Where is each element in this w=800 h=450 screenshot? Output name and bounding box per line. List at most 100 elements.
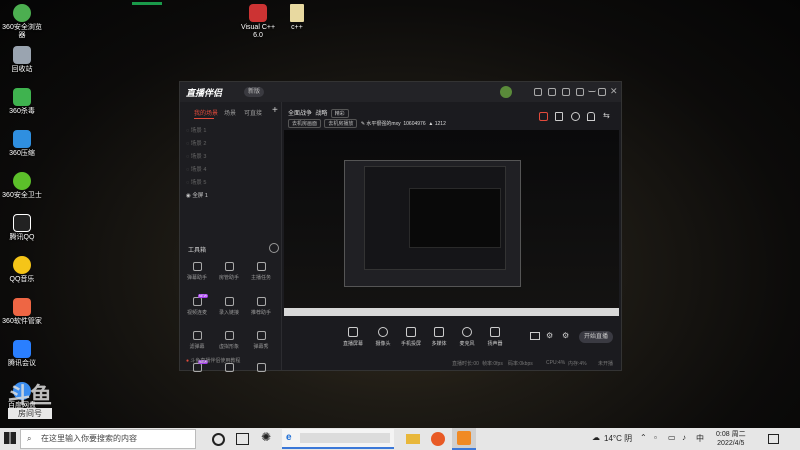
tool-admin[interactable]: 房管助手 — [216, 262, 242, 281]
desktop-icon-qq[interactable]: 腾讯QQ — [0, 214, 44, 242]
edit-icon[interactable]: ✎ — [361, 121, 365, 127]
start-live-button[interactable]: 开始直播 — [579, 331, 613, 343]
media-button[interactable]: 多媒体 — [424, 327, 454, 347]
ime-indicator[interactable]: 中 — [696, 433, 704, 444]
scene-item[interactable]: ◌ 场景 4 — [186, 165, 276, 175]
maximize-icon[interactable] — [598, 88, 606, 96]
menu-icon[interactable] — [576, 88, 584, 96]
tab-underline — [194, 118, 214, 119]
mic-button[interactable]: 麦克风 — [452, 327, 482, 347]
tutorial-tip[interactable]: ● 斗鱼直播伴侣使用教程 — [186, 357, 240, 364]
tool-recommend[interactable]: 推荐助手 — [248, 297, 274, 316]
software-manager-icon — [13, 298, 31, 316]
tencent-meeting-icon — [13, 340, 31, 358]
desktop-icon-visual-cpp[interactable]: Visual C++ 6.0 — [236, 4, 280, 40]
start-button[interactable] — [4, 432, 16, 444]
title-bar[interactable]: 直播伴侣 新版 ✕ — [180, 82, 621, 102]
search-icon: ⌕ — [27, 434, 32, 443]
live-companion-window[interactable]: 直播伴侣 新版 ✕ 我的场景 场景 可直接 + ◌ 场景 1 ◌ 场景 2 ◌ … — [179, 81, 622, 372]
preview-inner-canvas — [409, 188, 501, 248]
lock-icon[interactable] — [555, 112, 563, 121]
desktop-icon-360-security[interactable]: 360安全卫士 — [0, 172, 44, 200]
desktop-icon-tencent-meeting[interactable]: 腾讯会议 — [0, 340, 44, 368]
qq-music-icon — [13, 256, 31, 274]
chrome-like-icon[interactable] — [431, 432, 445, 446]
gear-icon[interactable]: ⚙ — [546, 331, 553, 340]
minimize-icon[interactable] — [588, 88, 596, 92]
file-explorer-icon[interactable] — [406, 434, 420, 444]
antivirus-360-icon — [13, 88, 31, 106]
close-icon[interactable]: ✕ — [610, 86, 618, 97]
pill-chip[interactable]: 去机房播放 — [324, 119, 358, 128]
desktop-icon-qq-music[interactable]: QQ音乐 — [0, 256, 44, 284]
tool-task[interactable]: 主播任务 — [248, 262, 274, 281]
camera-button[interactable]: 摄像头 — [368, 327, 398, 347]
tab-direct[interactable]: 可直接 — [244, 108, 262, 117]
preview-canvas[interactable] — [284, 130, 619, 316]
stat-cpu: CPU:4% — [546, 360, 566, 366]
taskbar: ⌕ 在这里输入你要搜索的内容 ✺ e ☁ 14°C 阴 ⌃ ▫ ▭ ♪ 中 0:… — [0, 428, 800, 450]
clock[interactable]: 0:08 周二 2022/4/5 — [716, 430, 746, 448]
desktop-icon-360-antivirus[interactable]: 360杀毒 — [0, 88, 44, 116]
scene-item[interactable]: ◌ 场景 3 — [186, 152, 276, 162]
tab-my-scenes[interactable]: 我的场景 — [194, 108, 218, 117]
task-view-icon[interactable] — [236, 433, 249, 445]
desktop-icon-360-browser[interactable]: 360安全浏览器 — [0, 4, 44, 40]
tag-chip[interactable]: 精彩 — [330, 109, 349, 118]
pinwheel-icon[interactable]: ✺ — [261, 430, 275, 444]
phone-cast-button[interactable]: 手机投屏 — [396, 327, 426, 347]
stat-bitrate: 码率:0kbps — [508, 361, 533, 367]
tool-download[interactable]: 录入链接 — [216, 297, 242, 316]
notification-icon[interactable] — [587, 112, 595, 121]
tool-gift[interactable]: NEW — [184, 360, 210, 375]
desktop-icon-cpp-file[interactable]: c++ — [275, 4, 319, 32]
scene-item[interactable]: ◌ 场景 1 — [186, 126, 276, 136]
desktop-icon-software-manager[interactable]: 360软件管家 — [0, 298, 44, 326]
desktop-icon-recycle-bin[interactable]: 回收站 — [0, 46, 44, 74]
tray-expand-icon[interactable]: ⌃ — [640, 433, 647, 442]
tool-danmu-show[interactable]: 弹幕秀 — [248, 331, 274, 350]
desktop-icon-360-compress[interactable]: 360压缩 — [0, 130, 44, 158]
weather-text[interactable]: 14°C 阴 — [604, 433, 632, 444]
scene-item[interactable]: ◌ 场景 2 — [186, 139, 276, 149]
app-logo: 直播伴侣 — [186, 88, 223, 98]
record-icon[interactable] — [539, 112, 548, 121]
screen-capture-button[interactable]: 直播屏幕 — [338, 327, 368, 347]
tool-upload[interactable] — [248, 363, 274, 375]
search-input[interactable]: ⌕ 在这里输入你要搜索的内容 — [20, 429, 196, 449]
share-icon[interactable]: ⇆ — [603, 111, 610, 120]
stat-status: 未开播 — [598, 361, 614, 367]
speaker-button[interactable]: 扬声器 — [480, 327, 510, 347]
record-screen-icon[interactable] — [530, 332, 540, 340]
network-icon[interactable]: ▭ — [668, 433, 676, 442]
shirt-icon[interactable] — [562, 88, 570, 96]
settings-icon[interactable] — [571, 112, 580, 121]
notification-center-icon[interactable] — [768, 434, 779, 444]
tab-scenes[interactable]: 场景 — [224, 108, 236, 117]
version-badge[interactable]: 新版 — [244, 87, 265, 97]
add-scene-button[interactable]: + — [272, 105, 278, 116]
tool-video-link[interactable]: NEW 视频连麦 — [184, 294, 210, 316]
security-360-icon — [13, 172, 31, 190]
message-icon[interactable] — [534, 88, 542, 96]
scene-item[interactable]: ◌ 场景 5 — [186, 178, 276, 188]
download-icon — [224, 297, 234, 306]
weather-icon[interactable]: ☁ — [592, 433, 600, 442]
speaker-icon — [490, 327, 500, 337]
tool-filter[interactable]: 滤弹幕 — [184, 331, 210, 350]
tool-barrage[interactable]: 弹幕助手 — [184, 262, 210, 281]
toolbox-collapse-icon[interactable] — [269, 243, 279, 253]
avatar[interactable] — [500, 86, 512, 98]
cortana-icon[interactable] — [212, 433, 225, 446]
settings-gear-icon[interactable]: ⚙ — [562, 331, 569, 340]
ie-browser-taskbar[interactable]: e — [282, 429, 394, 449]
volume-icon[interactable]: ♪ — [682, 433, 686, 442]
windows-icon — [4, 432, 16, 444]
tool-avatar[interactable]: 虚拟形象 — [216, 331, 242, 350]
gift-box-icon[interactable] — [548, 88, 556, 96]
tool-more[interactable] — [216, 363, 242, 375]
active-app-icon[interactable] — [452, 428, 476, 450]
scene-item-active[interactable]: ◉ 全屏 1 — [186, 191, 276, 201]
pill-chip[interactable]: 去机房画面 — [288, 119, 322, 128]
tray-app-icon[interactable]: ▫ — [654, 433, 657, 442]
